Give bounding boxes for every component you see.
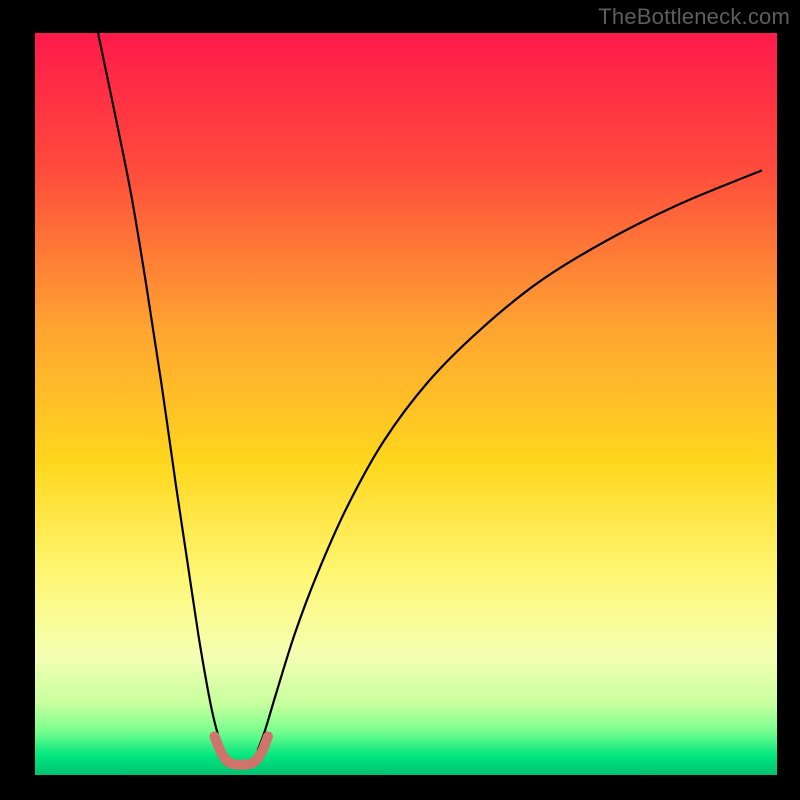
bottleneck-chart bbox=[0, 0, 800, 800]
chart-frame: TheBottleneck.com bbox=[0, 0, 800, 800]
gradient-background bbox=[35, 33, 777, 775]
watermark-text: TheBottleneck.com bbox=[598, 4, 790, 30]
